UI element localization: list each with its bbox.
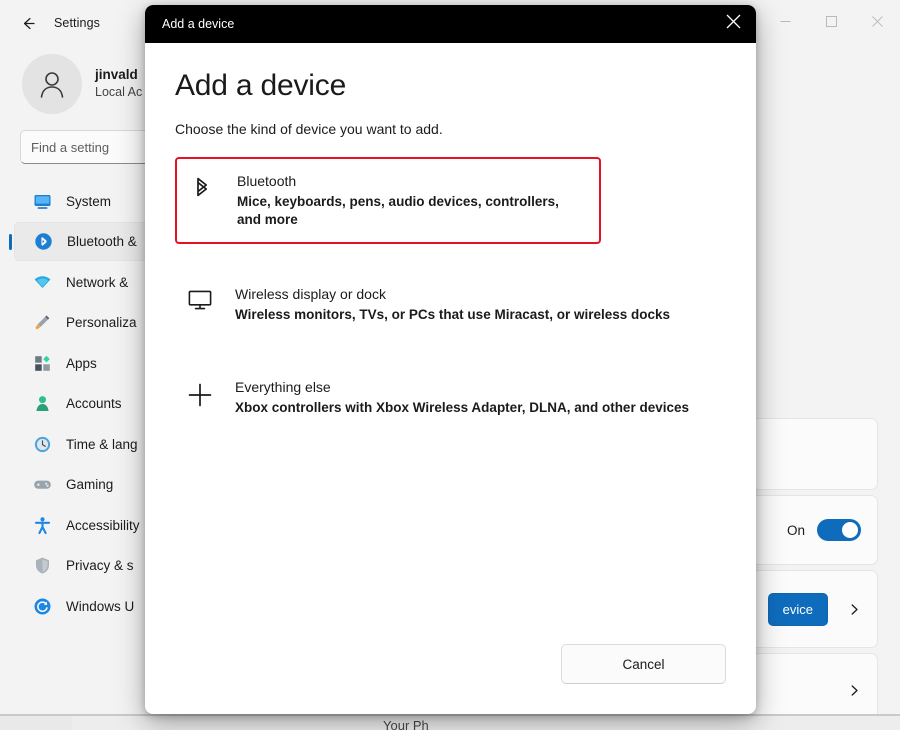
device-type-list: Bluetooth Mice, keyboards, pens, audio d… bbox=[175, 157, 726, 431]
desktop-strip-panel-main bbox=[72, 716, 900, 730]
account-text: jinvald Local Ac bbox=[95, 67, 142, 101]
apps-icon bbox=[32, 353, 52, 373]
add-device-button[interactable]: evice bbox=[768, 593, 828, 626]
minimize-icon bbox=[780, 14, 791, 32]
update-icon bbox=[32, 596, 52, 616]
network-icon bbox=[32, 272, 52, 292]
close-button[interactable] bbox=[854, 0, 900, 46]
titlebar-left-group: Settings bbox=[0, 0, 100, 46]
close-icon bbox=[872, 14, 883, 32]
device-option-description: Wireless monitors, TVs, or PCs that use … bbox=[235, 306, 670, 324]
desktop-clipped-text: Your Ph bbox=[383, 718, 429, 730]
maximize-button[interactable] bbox=[808, 0, 854, 46]
sidebar-item-label: Bluetooth & bbox=[67, 234, 137, 249]
display-icon bbox=[32, 191, 52, 211]
shield-icon bbox=[32, 556, 52, 576]
device-option-title: Bluetooth bbox=[237, 172, 585, 191]
account-subtitle: Local Ac bbox=[95, 85, 142, 101]
bluetooth-icon bbox=[33, 232, 53, 252]
sidebar-item-label: Apps bbox=[66, 356, 97, 371]
accessibility-icon bbox=[32, 515, 52, 535]
device-option-description: Xbox controllers with Xbox Wireless Adap… bbox=[235, 399, 689, 417]
account-name: jinvald bbox=[95, 67, 142, 84]
sidebar-item-label: Privacy & s bbox=[66, 558, 134, 573]
sidebar-item-label: Time & lang bbox=[66, 437, 138, 452]
back-button[interactable] bbox=[12, 7, 44, 39]
minimize-button[interactable] bbox=[762, 0, 808, 46]
bluetooth-toggle[interactable] bbox=[817, 519, 861, 541]
arrow-left-icon bbox=[20, 15, 37, 32]
dialog-titlebar: Add a device bbox=[145, 5, 756, 43]
option-spacer bbox=[175, 337, 726, 365]
device-option-title: Wireless display or dock bbox=[235, 285, 670, 304]
sidebar-item-label: Windows U bbox=[66, 599, 134, 614]
accounts-icon bbox=[32, 394, 52, 414]
device-option-wireless-display[interactable]: Wireless display or dock Wireless monito… bbox=[175, 272, 726, 337]
option-spacer bbox=[175, 244, 726, 272]
sidebar-item-label: Accessibility bbox=[66, 518, 140, 533]
sidebar-item-label: Personaliza bbox=[66, 315, 137, 330]
sidebar-item-label: Network & bbox=[66, 275, 128, 290]
monitor-icon bbox=[187, 285, 213, 311]
dialog-subheading: Choose the kind of device you want to ad… bbox=[175, 121, 726, 137]
device-option-title: Everything else bbox=[235, 378, 689, 397]
toggle-knob bbox=[842, 522, 858, 538]
sidebar-item-label: Accounts bbox=[66, 396, 122, 411]
bluetooth-toggle-state: On bbox=[787, 523, 805, 538]
chevron-right-icon[interactable] bbox=[848, 684, 861, 697]
chevron-right-icon[interactable] bbox=[848, 603, 861, 616]
person-icon bbox=[35, 67, 69, 101]
device-option-everything-else[interactable]: Everything else Xbox controllers with Xb… bbox=[175, 365, 726, 430]
close-icon bbox=[726, 14, 741, 34]
dialog-heading: Add a device bbox=[175, 69, 726, 103]
device-option-text: Wireless display or dock Wireless monito… bbox=[235, 285, 670, 324]
window-controls bbox=[762, 0, 900, 46]
device-option-text: Everything else Xbox controllers with Xb… bbox=[235, 378, 689, 417]
bluetooth-icon bbox=[189, 172, 215, 202]
cancel-button[interactable]: Cancel bbox=[561, 644, 726, 684]
device-option-text: Bluetooth Mice, keyboards, pens, audio d… bbox=[237, 172, 585, 229]
maximize-icon bbox=[826, 14, 837, 32]
desktop-strip-panel-left bbox=[0, 716, 73, 730]
add-device-dialog: Add a device Add a device Choose the kin… bbox=[145, 5, 756, 714]
gamepad-icon bbox=[32, 475, 52, 495]
clock-icon bbox=[32, 434, 52, 454]
sidebar-item-label: System bbox=[66, 194, 111, 209]
plus-icon bbox=[187, 378, 213, 408]
device-option-bluetooth[interactable]: Bluetooth Mice, keyboards, pens, audio d… bbox=[175, 157, 601, 244]
dialog-close-button[interactable] bbox=[710, 5, 756, 43]
dialog-footer: Cancel bbox=[145, 644, 756, 714]
dialog-titlebar-title: Add a device bbox=[145, 17, 234, 31]
brush-icon bbox=[32, 313, 52, 333]
device-option-description: Mice, keyboards, pens, audio devices, co… bbox=[237, 193, 585, 229]
avatar bbox=[22, 54, 82, 114]
sidebar-item-label: Gaming bbox=[66, 477, 113, 492]
search-placeholder: Find a setting bbox=[31, 140, 109, 155]
window-title: Settings bbox=[54, 16, 100, 30]
screen-root: Settings bbox=[0, 0, 900, 730]
dialog-body: Add a device Choose the kind of device y… bbox=[145, 43, 756, 644]
